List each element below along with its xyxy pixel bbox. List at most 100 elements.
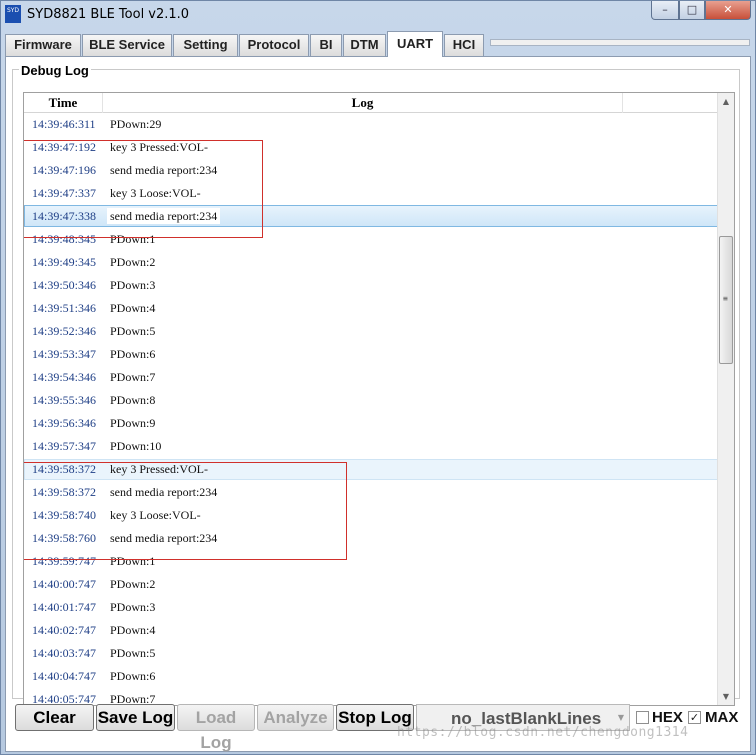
table-row[interactable]: 14:39:58:372 send media report:234 (24, 481, 718, 504)
debug-log-title: Debug Log (19, 63, 91, 78)
time-cell: 14:40:01:747 (32, 600, 97, 614)
hex-checkbox[interactable] (636, 711, 649, 724)
uart-panel: Debug Log Time Log 14:39:46:311 PDown:29 1… (5, 56, 751, 752)
tab-hci[interactable]: HCI (444, 34, 484, 56)
time-cell: 14:39:52:346 (32, 324, 97, 338)
table-row[interactable]: 14:39:47:338 send media report:234 (24, 205, 728, 228)
table-row[interactable]: 14:40:02:747 PDown:4 (24, 619, 718, 642)
log-cell: PDown:5 (110, 324, 156, 338)
maximize-button[interactable]: □ (679, 1, 705, 20)
time-cell: 14:39:50:346 (32, 278, 97, 292)
table-row[interactable]: 14:39:50:346 PDown:3 (24, 274, 718, 297)
log-cell: send media report:234 (110, 485, 218, 499)
table-row[interactable]: 14:39:59:747 PDown:1 (24, 550, 718, 573)
vertical-scrollbar[interactable]: ▲ ≡ ▼ (717, 93, 734, 705)
debug-log-list[interactable]: Time Log 14:39:46:311 PDown:29 14:39:47:19… (23, 92, 735, 706)
table-row[interactable]: 14:39:54:346 PDown:7 (24, 366, 718, 389)
log-cell: key 3 Pressed:VOL- (110, 140, 208, 154)
log-cell: key 3 Loose:VOL- (110, 508, 201, 522)
log-cell: PDown:7 (110, 370, 156, 384)
stop-log-button[interactable]: Stop Log (336, 704, 414, 731)
table-row[interactable]: 14:39:49:345 PDown:2 (24, 251, 718, 274)
table-row[interactable]: 14:40:04:747 PDown:6 (24, 665, 718, 688)
log-cell: PDown:2 (110, 255, 156, 269)
log-cell: send media report:234 (110, 163, 218, 177)
time-cell: 14:39:58:372 (32, 485, 97, 499)
window-controls: – □ ✕ (651, 1, 751, 20)
time-cell: 14:39:47:337 (32, 186, 97, 200)
save-log-button[interactable]: Save Log (96, 704, 175, 731)
tab-ble-service[interactable]: BLE Service (82, 34, 172, 56)
log-cell: PDown:29 (110, 117, 162, 131)
table-row[interactable]: 14:39:53:347 PDown:6 (24, 343, 718, 366)
table-row[interactable]: 14:39:58:372 key 3 Pressed:VOL- (24, 458, 728, 481)
title-bar[interactable]: SYD SYD8821 BLE Tool v2.1.0 – □ ✕ (1, 1, 756, 29)
log-cell: PDown:3 (110, 600, 156, 614)
log-cell: PDown:4 (110, 301, 156, 315)
list-header: Time Log (24, 93, 718, 113)
time-cell: 14:39:58:760 (32, 531, 97, 545)
log-cell: PDown:9 (110, 416, 156, 430)
log-cell: PDown:4 (110, 623, 156, 637)
max-label: MAX (705, 709, 739, 726)
time-cell: 14:39:58:740 (32, 508, 97, 522)
mode-select-value: no_lastBlankLines (451, 709, 602, 728)
time-cell: 14:39:47:192 (32, 140, 97, 154)
time-cell: 14:39:47:338 (32, 209, 97, 223)
table-row[interactable]: 14:39:56:346 PDown:9 (24, 412, 718, 435)
table-row[interactable]: 14:39:47:337 key 3 Loose:VOL- (24, 182, 718, 205)
tab-scroll-strip (490, 39, 750, 46)
time-cell: 14:39:51:346 (32, 301, 97, 315)
table-row[interactable]: 14:39:58:760 send media report:234 (24, 527, 718, 550)
table-row[interactable]: 14:39:57:347 PDown:10 (24, 435, 718, 458)
log-cell: send media report:234 (110, 209, 218, 223)
table-row[interactable]: 14:39:47:192 key 3 Pressed:VOL- (24, 136, 718, 159)
minimize-button[interactable]: – (651, 1, 679, 20)
max-checkbox[interactable]: ✓ (688, 711, 701, 724)
table-row[interactable]: 14:39:58:740 key 3 Loose:VOL- (24, 504, 718, 527)
tab-dtm[interactable]: DTM (343, 34, 386, 56)
log-cell: PDown:1 (110, 554, 156, 568)
tab-setting[interactable]: Setting (173, 34, 238, 56)
table-row[interactable]: 14:40:03:747 PDown:5 (24, 642, 718, 665)
chevron-down-icon: ▼ (617, 713, 624, 722)
log-cell: PDown:1 (110, 232, 156, 246)
tab-bi[interactable]: BI (310, 34, 342, 56)
tab-bar: Firmware BLE Service Setting Protocol BI… (5, 31, 751, 57)
table-row[interactable]: 14:39:47:196 send media report:234 (24, 159, 718, 182)
log-cell: PDown:5 (110, 646, 156, 660)
column-header-time[interactable]: Time (24, 93, 103, 113)
close-button[interactable]: ✕ (705, 1, 751, 20)
time-cell: 14:39:59:747 (32, 554, 97, 568)
table-row[interactable]: 14:39:52:346 PDown:5 (24, 320, 718, 343)
table-row[interactable]: 14:39:51:346 PDown:4 (24, 297, 718, 320)
table-row[interactable]: 14:40:00:747 PDown:2 (24, 573, 718, 596)
time-cell: 14:39:58:372 (32, 462, 97, 476)
table-row[interactable]: 14:39:55:346 PDown:8 (24, 389, 718, 412)
app-window: SYD SYD8821 BLE Tool v2.1.0 – □ ✕ Firmwa… (0, 0, 756, 755)
column-header-empty[interactable] (623, 93, 718, 113)
column-header-log[interactable]: Log (103, 93, 623, 113)
time-cell: 14:39:53:347 (32, 347, 97, 361)
mode-select[interactable]: no_lastBlankLines ▼ (416, 704, 630, 731)
scrollbar-thumb[interactable]: ≡ (719, 236, 733, 364)
time-cell: 14:39:49:345 (32, 255, 97, 269)
scroll-up-arrow-icon[interactable]: ▲ (718, 93, 734, 110)
tab-uart[interactable]: UART (387, 31, 443, 57)
clear-button[interactable]: Clear (15, 704, 94, 731)
tab-protocol[interactable]: Protocol (239, 34, 309, 56)
time-cell: 14:39:48:345 (32, 232, 97, 246)
load-log-button[interactable]: Load Log (177, 704, 255, 752)
table-row[interactable]: 14:39:46:311 PDown:29 (24, 113, 718, 136)
table-row[interactable]: 14:40:01:747 PDown:3 (24, 596, 718, 619)
log-cell: PDown:6 (110, 669, 156, 683)
tab-firmware[interactable]: Firmware (5, 34, 81, 56)
log-cell: PDown:3 (110, 278, 156, 292)
time-cell: 14:39:46:311 (32, 117, 96, 131)
analyze-button[interactable]: Analyze (257, 704, 334, 731)
log-cell: PDown:2 (110, 577, 156, 591)
hex-label: HEX (652, 709, 683, 726)
log-cell: key 3 Loose:VOL- (110, 186, 201, 200)
time-cell: 14:40:04:747 (32, 669, 97, 683)
table-row[interactable]: 14:39:48:345 PDown:1 (24, 228, 718, 251)
